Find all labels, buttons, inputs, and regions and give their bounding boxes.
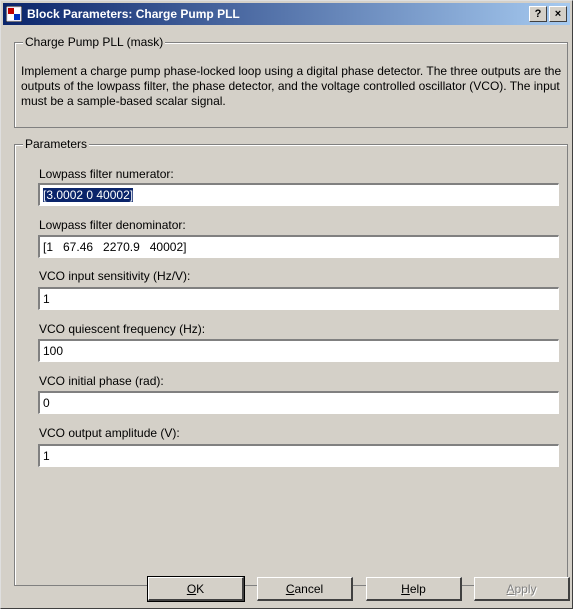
ok-button[interactable]: OK xyxy=(147,576,245,602)
denominator-label: Lowpass filter denominator: xyxy=(39,218,186,232)
numerator-input[interactable]: [3.0002 0 40002] xyxy=(38,183,559,206)
dialog-window: Block Parameters: Charge Pump PLL ? × Ch… xyxy=(0,0,573,609)
apply-button: Apply xyxy=(474,577,570,601)
simulink-block-icon xyxy=(6,6,22,22)
close-title-button[interactable]: × xyxy=(549,6,567,22)
mask-legend: Charge Pump PLL (mask) xyxy=(23,35,166,49)
apply-accelerator: A xyxy=(506,582,515,596)
ok-accelerator: O xyxy=(186,582,197,596)
cancel-button[interactable]: Cancel xyxy=(257,577,353,601)
window-title: Block Parameters: Charge Pump PLL xyxy=(27,7,240,21)
apply-label: pply xyxy=(514,582,537,596)
help-label: elp xyxy=(409,582,426,596)
ok-label: K xyxy=(196,582,205,596)
numerator-selected-text: [3.0002 0 40002] xyxy=(43,188,134,202)
vco-phase-label: VCO initial phase (rad): xyxy=(39,374,164,388)
title-bar[interactable]: Block Parameters: Charge Pump PLL ? × xyxy=(3,3,570,25)
vco-amplitude-label: VCO output amplitude (V): xyxy=(39,426,180,440)
vco-amplitude-input[interactable] xyxy=(38,444,559,467)
parameters-legend: Parameters xyxy=(23,137,90,151)
parameters-group: Parameters xyxy=(14,137,568,586)
question-icon: ? xyxy=(534,8,542,20)
numerator-label: Lowpass filter numerator: xyxy=(39,167,174,181)
vco-sensitivity-label: VCO input sensitivity (Hz/V): xyxy=(39,269,191,283)
help-accelerator: H xyxy=(401,582,410,596)
close-icon: × xyxy=(554,8,562,20)
denominator-input[interactable] xyxy=(38,235,559,258)
cancel-label: ancel xyxy=(294,582,324,596)
help-button[interactable]: Help xyxy=(366,577,462,601)
mask-description: Implement a charge pump phase-locked loo… xyxy=(21,64,562,108)
vco-phase-input[interactable] xyxy=(38,391,559,414)
vco-frequency-label: VCO quiescent frequency (Hz): xyxy=(39,322,206,336)
vco-frequency-input[interactable] xyxy=(38,339,559,362)
help-title-button[interactable]: ? xyxy=(529,6,547,22)
vco-sensitivity-input[interactable] xyxy=(38,287,559,310)
